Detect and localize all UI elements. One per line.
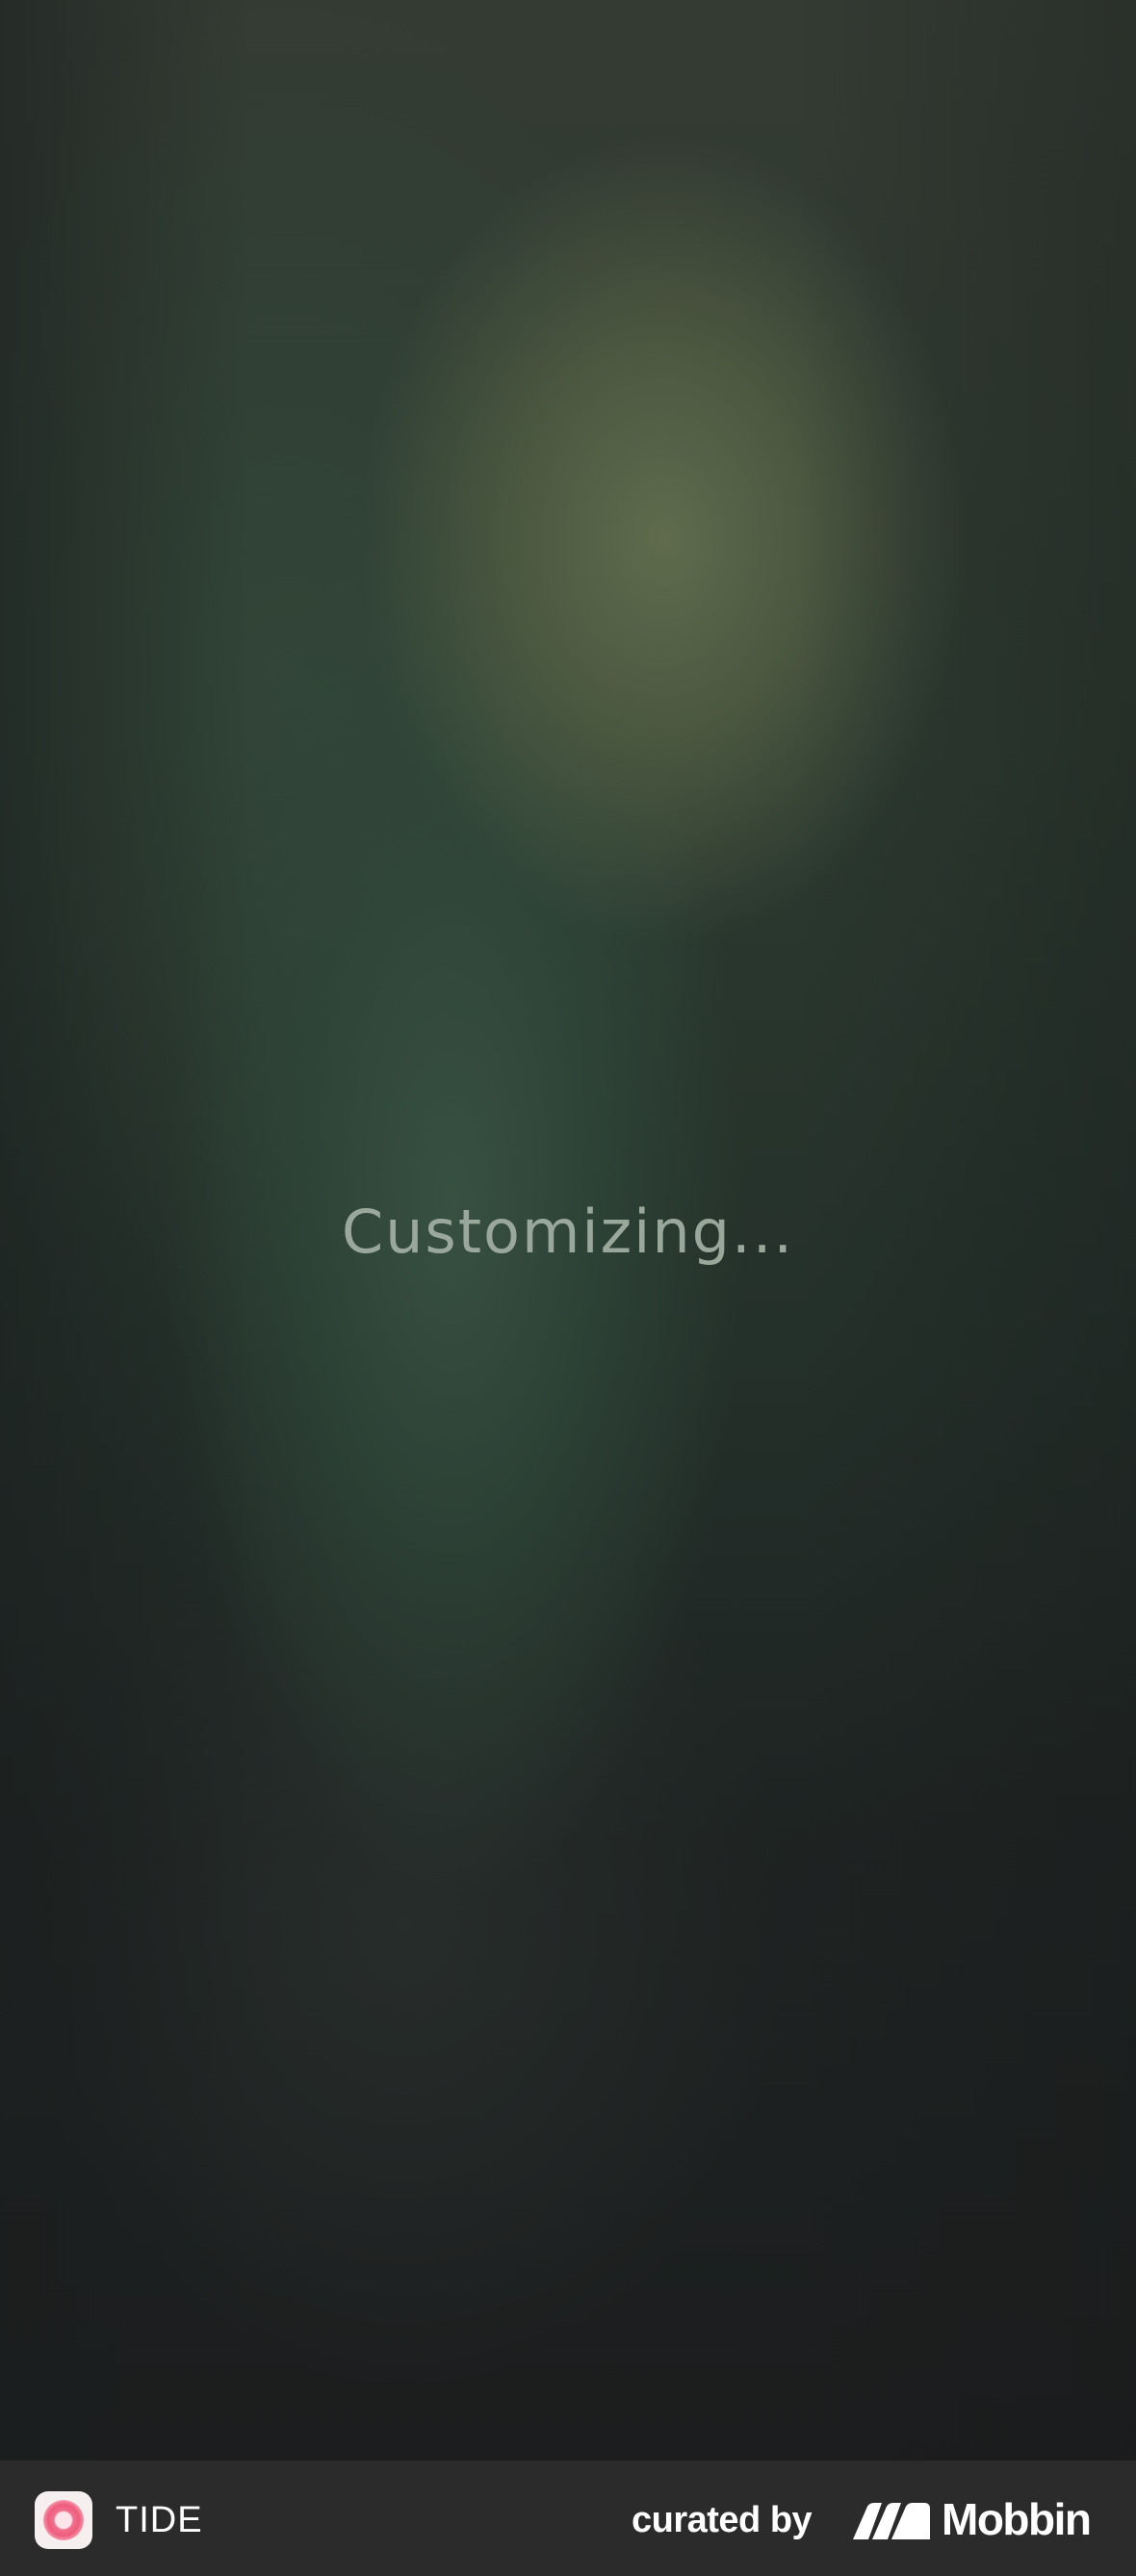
mobbin-brand-name: Mobbin bbox=[942, 2494, 1092, 2544]
app-name: TIDE bbox=[116, 2500, 203, 2540]
loading-screen: Customizing... bbox=[0, 0, 1136, 2460]
curated-by-label: curated by bbox=[632, 2500, 813, 2540]
loading-status-text: Customizing... bbox=[341, 1197, 795, 1267]
mobbin-logo-icon bbox=[853, 2503, 930, 2539]
attribution-footer: TIDE curated by Mobbin bbox=[0, 2460, 1136, 2576]
tide-app-icon bbox=[35, 2491, 92, 2549]
